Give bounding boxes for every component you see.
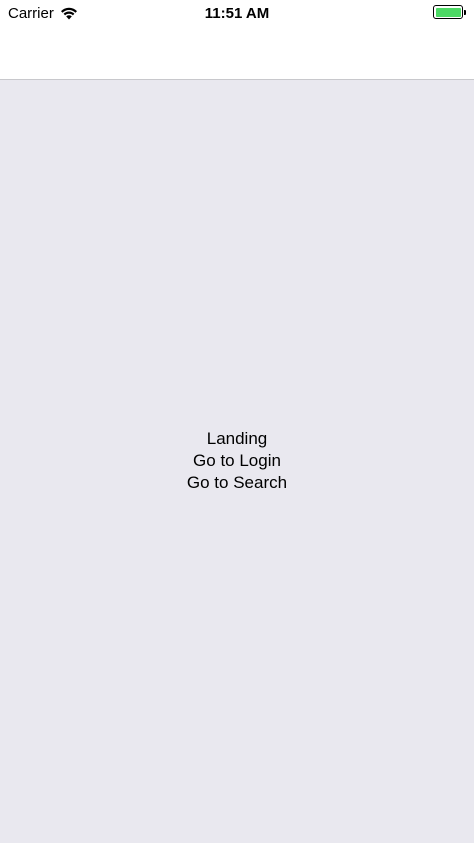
navigation-bar	[0, 28, 474, 80]
center-stack: Landing Go to Login Go to Search	[0, 428, 474, 494]
battery-fill	[435, 7, 461, 17]
status-time: 11:51 AM	[204, 5, 270, 22]
battery-cap	[464, 9, 466, 15]
go-to-login-button[interactable]: Go to Login	[0, 450, 474, 472]
go-to-search-button[interactable]: Go to Search	[0, 472, 474, 494]
main-content: Landing Go to Login Go to Search	[0, 80, 474, 843]
battery-body	[433, 5, 463, 19]
landing-title: Landing	[206, 429, 268, 448]
battery-icon	[433, 5, 466, 19]
status-bar: Carrier 11:51 AM	[0, 0, 474, 28]
